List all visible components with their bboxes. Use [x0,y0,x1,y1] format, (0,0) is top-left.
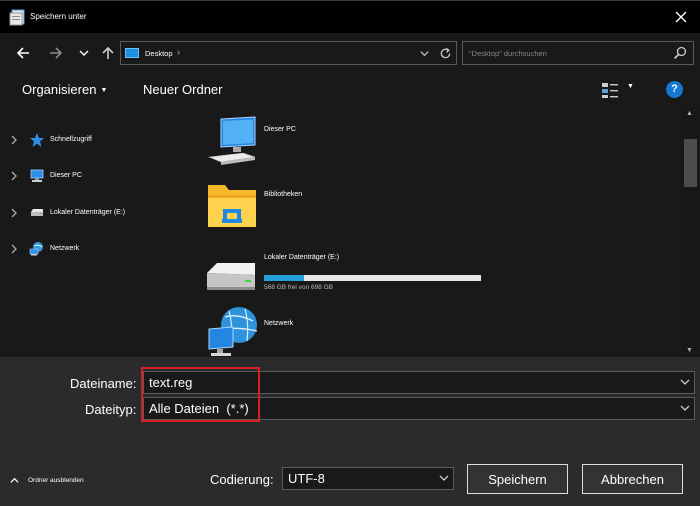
encoding-select[interactable]: UTF-8 [282,467,454,490]
view-options-icon[interactable] [601,81,619,99]
encoding-value: UTF-8 [288,471,325,486]
computer-icon [30,169,44,182]
cancel-button[interactable]: Abbrechen [582,464,683,494]
search-placeholder: "Desktop" durchsuchen [469,49,547,58]
search-icon[interactable] [673,46,687,60]
title-bar: Speichern unter [0,0,700,33]
list-item-local-drive[interactable]: Lokaler Datenträger (E:) 568 GB frei von… [203,247,503,307]
list-item-libraries[interactable]: Bibliotheken [203,179,503,239]
navigation-pane: Schnellzugriff Dieser PC Lokaler Datentr… [0,107,181,357]
chevron-down-icon[interactable] [680,403,690,413]
nav-item-local-drive[interactable]: Lokaler Datenträger (E:) [0,203,181,223]
list-item-this-pc[interactable]: Dieser PC [203,115,503,175]
back-button[interactable] [13,43,33,63]
chevron-down-icon [79,50,89,56]
address-dropdown-button[interactable] [417,46,431,60]
libraries-folder-icon [208,185,256,227]
command-bar: Organisieren ▼ Neuer Ordner ▼ ? [0,73,700,107]
recent-locations-button[interactable] [74,43,94,63]
drive-usage-fill [264,275,305,281]
hide-folders-label: Ordner ausblenden [28,477,84,484]
up-button[interactable] [98,43,118,63]
scrollbar-thumb[interactable] [684,139,697,187]
refresh-icon [440,47,450,58]
desktop-folder-icon [125,48,139,58]
close-button[interactable] [668,5,694,29]
arrow-up-icon [102,46,114,59]
arrow-left-icon [16,47,29,59]
filename-label: Dateiname: [70,376,137,391]
filetype-value: Alle Dateien (*.*) [149,401,249,416]
nav-label: Netzwerk [50,245,80,252]
new-folder-button[interactable]: Neuer Ordner [143,82,222,97]
chevron-right-icon[interactable] [9,206,19,220]
drive-icon [207,263,255,290]
chevron-right-icon[interactable] [9,169,19,183]
filename-input[interactable]: text.reg [143,371,695,394]
address-location: Desktop [145,49,173,58]
nav-item-network[interactable]: Netzwerk [0,239,181,259]
chevron-down-icon [419,50,429,56]
filetype-select[interactable]: Alle Dateien (*.*) [143,397,695,420]
nav-label: Schnellzugriff [50,136,92,143]
address-row: Desktop › "Desktop" durchsuchen [0,33,700,73]
network-icon [29,242,43,256]
scroll-up-icon[interactable]: ▲ [686,110,693,117]
chevron-up-icon [10,477,19,483]
arrow-right-icon [50,47,63,59]
help-icon[interactable]: ? [666,81,683,98]
network-icon [208,307,258,356]
drive-usage-bar [264,275,481,281]
address-bar[interactable]: Desktop › [120,41,457,65]
new-folder-label: Neuer Ordner [143,82,223,97]
nav-label: Lokaler Datenträger (E:) [50,209,126,216]
organize-button[interactable]: Organisieren ▼ [22,82,107,97]
address-separator[interactable]: › [177,47,180,57]
drive-free-space: 568 GB frei von 698 GB [264,284,334,291]
star-icon [30,133,44,147]
chevron-down-icon[interactable] [439,473,449,483]
save-button[interactable]: Speichern [467,464,568,494]
list-item-network[interactable]: Netzwerk [203,305,503,365]
nav-label: Dieser PC [50,172,82,179]
organize-label: Organisieren [22,82,97,97]
scroll-down-icon[interactable]: ▼ [686,347,693,354]
item-label: Dieser PC [264,126,296,133]
save-dialog-icon [9,9,25,26]
file-list: Dieser PC Bibliotheken Lokaler Datenträg… [181,107,681,357]
nav-item-quick-access[interactable]: Schnellzugriff [0,130,181,150]
chevron-right-icon[interactable] [9,133,19,147]
item-label: Lokaler Datenträger (E:) [264,254,340,261]
close-icon [675,11,687,23]
drive-icon [31,209,43,216]
window-title: Speichern unter [30,12,87,21]
chevron-down-icon[interactable] [680,377,690,387]
filetype-label: Dateityp: [85,402,137,417]
nav-item-this-pc[interactable]: Dieser PC [0,166,181,186]
encoding-label: Codierung: [210,472,274,487]
caret-down-icon: ▼ [100,87,108,95]
refresh-button[interactable] [437,45,453,61]
item-label: Netzwerk [264,320,294,327]
vertical-scrollbar[interactable]: ▲ ▼ [681,107,700,357]
search-input[interactable]: "Desktop" durchsuchen [462,41,694,65]
forward-button[interactable] [46,43,66,63]
item-label: Bibliotheken [264,191,303,198]
view-caret-icon[interactable]: ▼ [627,83,634,90]
chevron-right-icon[interactable] [9,242,19,256]
filename-value: text.reg [149,375,193,390]
computer-icon [207,116,256,165]
